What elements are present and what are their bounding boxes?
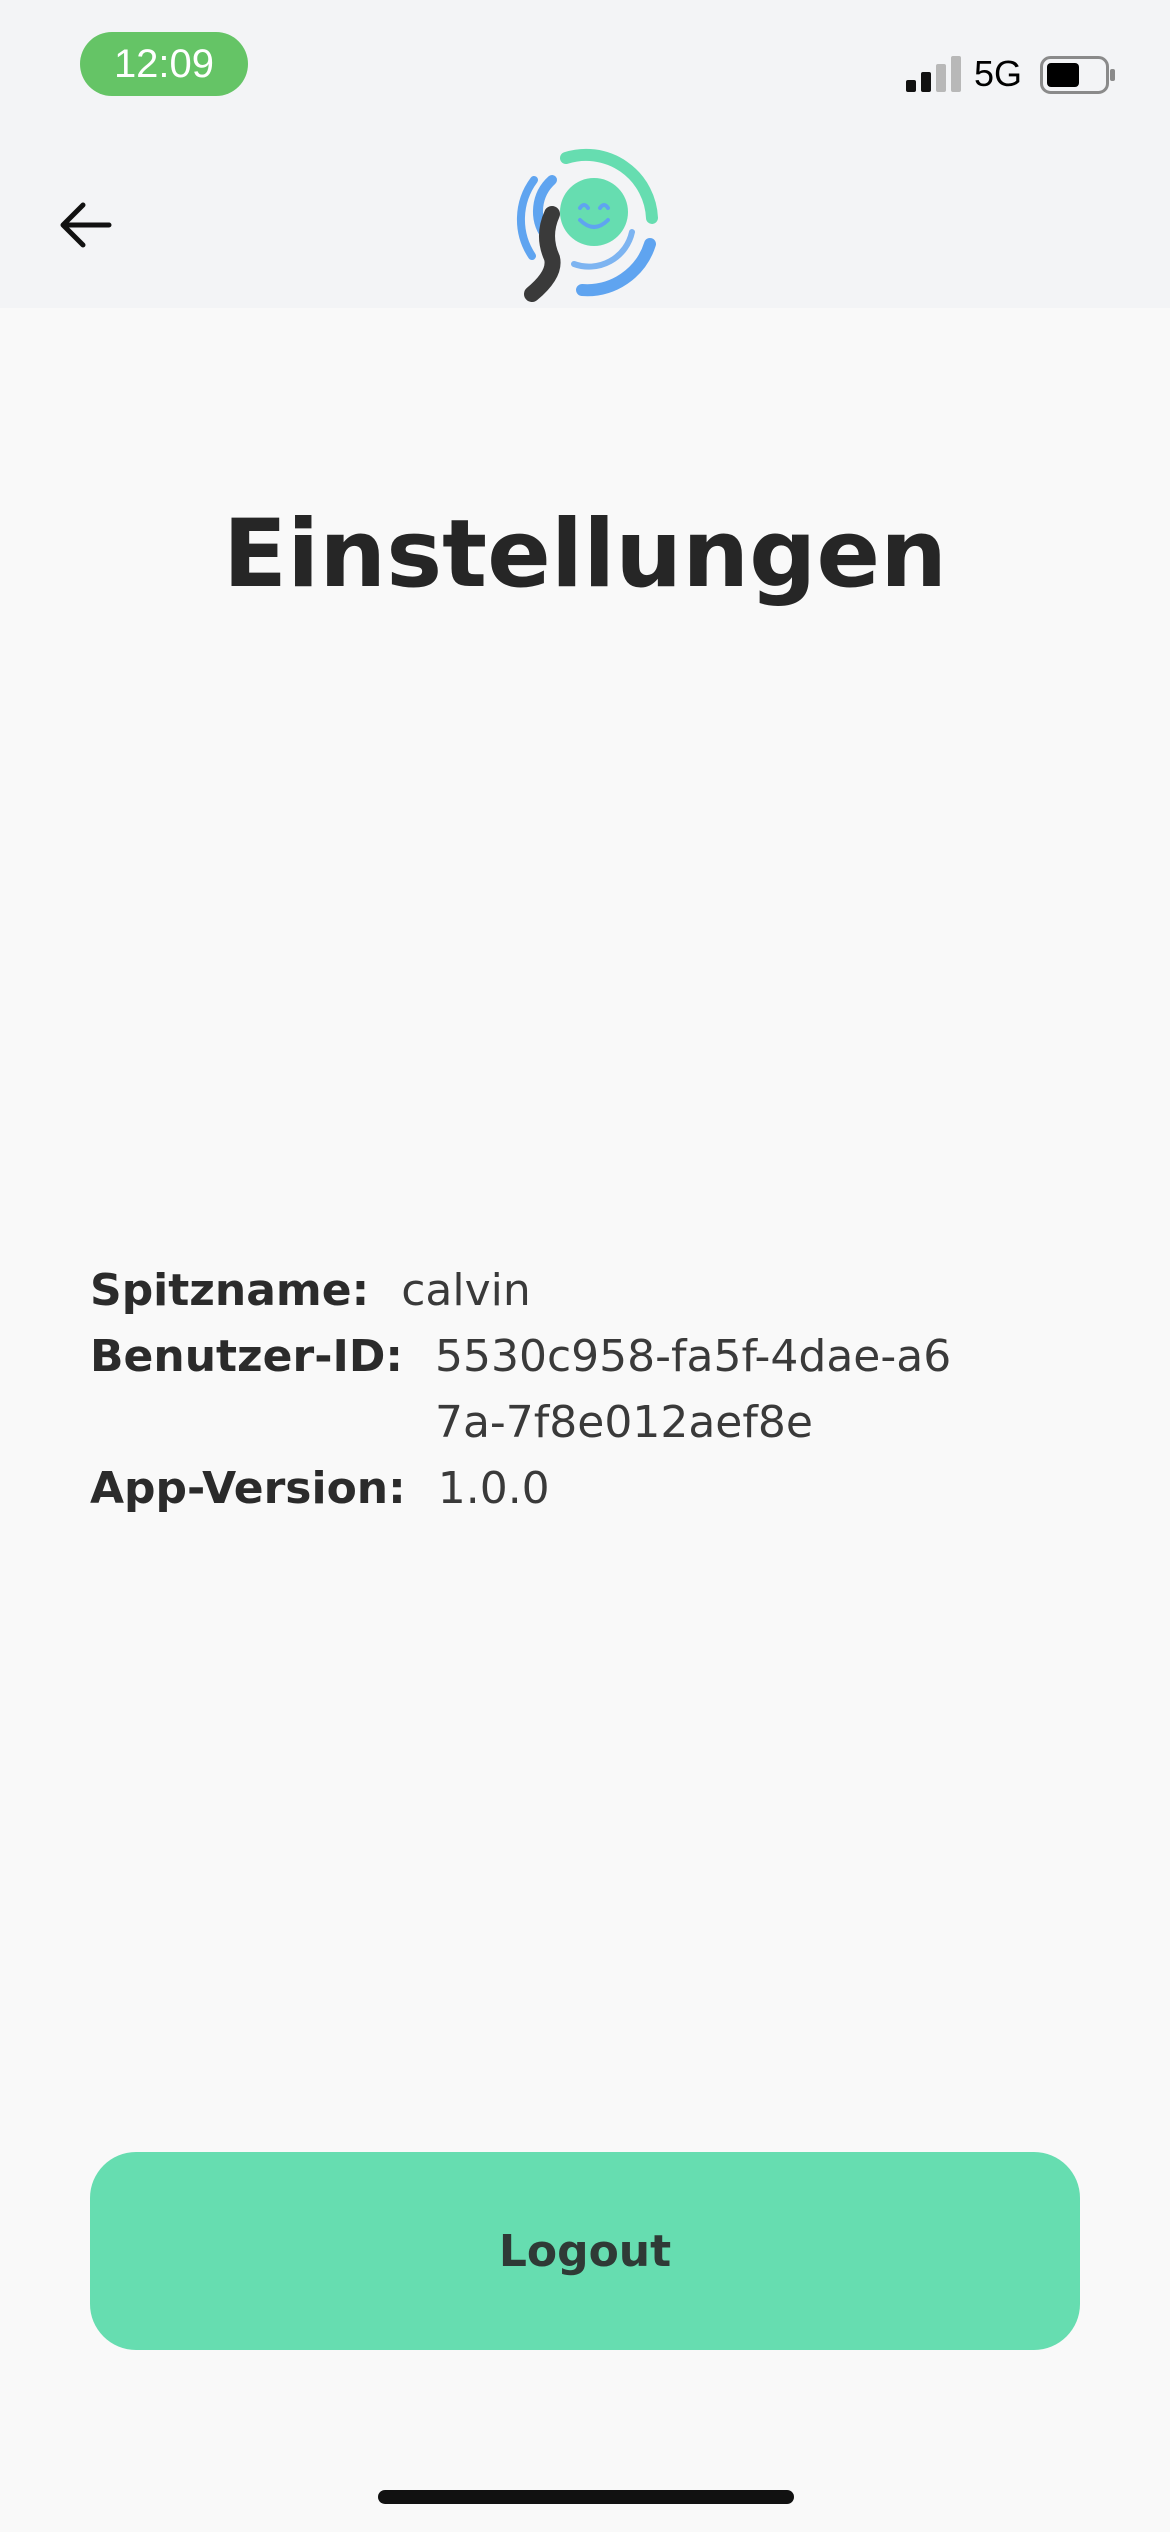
user-id-value: 5530c958-fa5f-4dae-a67a-7f8e012aef8e [434, 1331, 952, 1448]
nickname-label: Spitzname: [90, 1265, 370, 1316]
app-logo-icon [516, 148, 658, 302]
app-version-row: App-Version: 1.0.0 [90, 1456, 1090, 1522]
logout-label: Logout [498, 2225, 672, 2277]
network-type-label: 5G [974, 53, 1023, 94]
account-info: Spitzname: calvin Benutzer-ID: 5530c958-… [90, 1258, 1090, 1522]
status-time: 12:09 [80, 32, 248, 96]
page-title: Einstellungen [222, 500, 948, 609]
home-indicator[interactable] [378, 2490, 794, 2504]
cellular-signal-icon [906, 56, 961, 92]
user-id-label: Benutzer-ID: [90, 1331, 403, 1382]
nickname-value: calvin [401, 1265, 531, 1316]
arrow-left-icon [60, 202, 112, 248]
app-version-label: App-Version: [90, 1463, 406, 1514]
back-button[interactable] [40, 180, 130, 270]
battery-icon [1040, 56, 1115, 94]
logout-button[interactable]: Logout [90, 2152, 1080, 2350]
app-version-value: 1.0.0 [437, 1463, 550, 1514]
user-id-row: Benutzer-ID: 5530c958-fa5f-4dae-a67a-7f8… [90, 1324, 1090, 1456]
nickname-row: Spitzname: calvin [90, 1258, 1090, 1324]
